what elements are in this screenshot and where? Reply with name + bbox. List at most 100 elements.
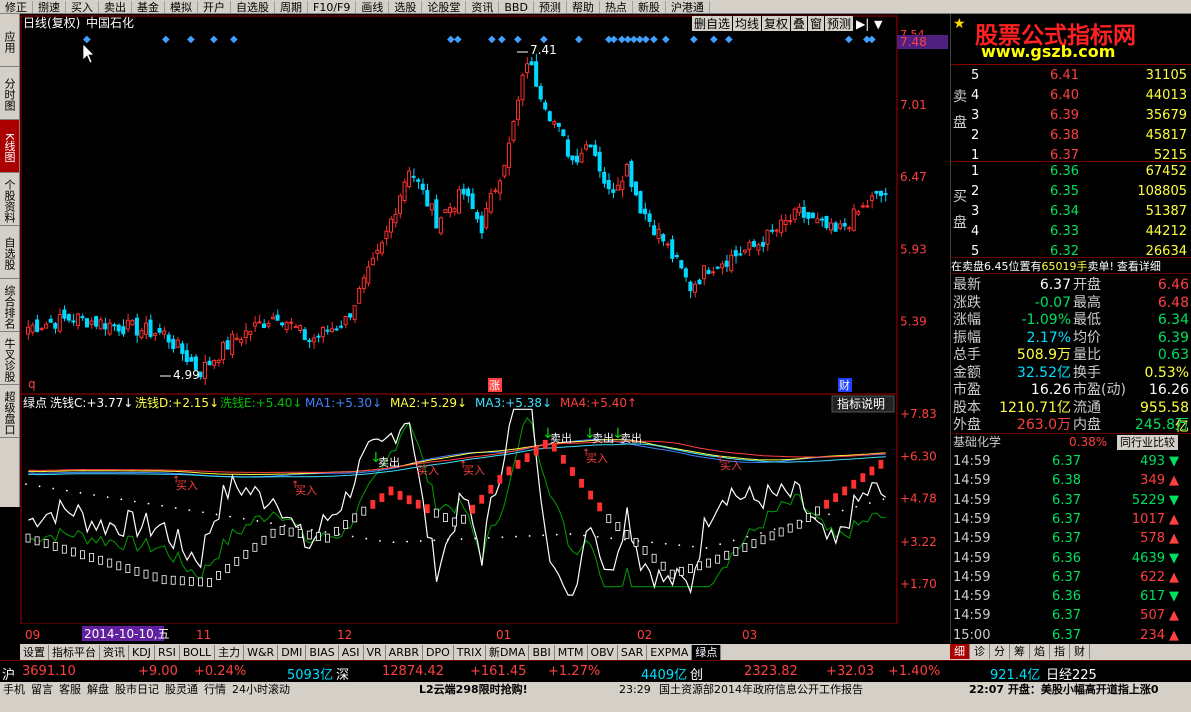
candle[interactable] — [656, 228, 661, 240]
candle[interactable] — [543, 102, 548, 110]
candle[interactable] — [597, 151, 602, 172]
candle[interactable] — [593, 144, 598, 156]
candle[interactable] — [602, 171, 607, 184]
menu-item[interactable]: 热点 — [600, 1, 633, 13]
candle[interactable] — [375, 249, 380, 254]
candle[interactable] — [139, 330, 144, 338]
toolbar-button[interactable]: 预测 — [827, 17, 851, 31]
candle[interactable] — [457, 189, 462, 214]
candle[interactable] — [157, 328, 162, 333]
candle[interactable] — [633, 181, 638, 196]
candle[interactable] — [584, 144, 589, 150]
candle[interactable] — [248, 330, 253, 335]
candle[interactable] — [574, 155, 579, 163]
bid-row[interactable]: 1 6.36 67452 — [951, 162, 1191, 181]
right-tab[interactable]: 财 — [1070, 644, 1090, 659]
candle[interactable] — [683, 268, 688, 278]
indicator-tab[interactable]: SAR — [618, 645, 648, 660]
candle[interactable] — [547, 111, 552, 122]
candle[interactable] — [629, 160, 634, 188]
candle[interactable] — [475, 212, 480, 220]
menu-item[interactable]: 资讯 — [466, 1, 500, 13]
candle[interactable] — [570, 155, 575, 161]
candle[interactable] — [103, 323, 108, 330]
right-tab[interactable]: 诊 — [970, 644, 990, 659]
leftnav-item[interactable]: 综合排名 — [0, 279, 19, 332]
indicator-tab[interactable]: ARBR — [386, 645, 424, 660]
right-tab[interactable]: 焰 — [1030, 644, 1050, 659]
candle[interactable] — [484, 208, 489, 229]
candle[interactable] — [212, 359, 217, 366]
candle[interactable] — [520, 74, 525, 101]
status-item[interactable]: 客服 — [56, 682, 84, 697]
candle[interactable] — [751, 241, 756, 247]
right-tab[interactable]: 指 — [1050, 644, 1070, 659]
indicator-tab[interactable]: MTM — [555, 645, 588, 660]
candle[interactable] — [452, 208, 457, 213]
candle[interactable] — [352, 305, 357, 320]
candle[interactable] — [860, 205, 865, 208]
candle[interactable] — [588, 144, 593, 148]
candle[interactable] — [443, 209, 448, 213]
candle[interactable] — [420, 183, 425, 190]
indicator-help-button[interactable]: 指标说明 — [837, 396, 885, 411]
candle[interactable] — [493, 189, 498, 192]
status-item[interactable]: 股市日记 — [112, 682, 162, 697]
candle[interactable] — [184, 350, 189, 362]
marker-cai[interactable]: 财 — [839, 378, 850, 392]
leftnav-item[interactable]: K线图 — [0, 120, 19, 173]
indicator-tab[interactable]: BBI — [529, 645, 555, 660]
candle[interactable] — [384, 230, 389, 239]
menu-item[interactable]: 开户 — [198, 1, 231, 13]
menu-item[interactable]: 周期 — [275, 1, 308, 13]
menu-item[interactable]: 选股 — [389, 1, 423, 13]
candle[interactable] — [770, 229, 775, 232]
candle[interactable] — [665, 243, 670, 246]
candle[interactable] — [624, 163, 629, 177]
candle[interactable] — [502, 164, 507, 177]
candle[interactable] — [674, 254, 679, 258]
candle[interactable] — [302, 329, 307, 340]
chart-period[interactable]: 日线(复权) — [23, 16, 80, 30]
toolbar-button[interactable]: 均线 — [735, 17, 759, 31]
candle[interactable] — [329, 328, 335, 333]
status-item[interactable]: 股灵通 — [162, 682, 201, 697]
indicator-tab[interactable]: BOLL — [180, 645, 216, 660]
menu-item[interactable]: 修正 — [0, 1, 33, 13]
candle[interactable] — [565, 139, 570, 157]
candle[interactable] — [742, 249, 747, 253]
notice-bar[interactable]: 在卖盘6.45位置有65019手卖单! 查看详细 — [951, 257, 1191, 274]
candle[interactable] — [670, 239, 675, 259]
candle[interactable] — [207, 360, 212, 366]
candle[interactable] — [311, 337, 316, 343]
indicator-tab[interactable]: KDJ — [129, 645, 155, 660]
indicator-tab[interactable]: VR — [364, 645, 386, 660]
news-headline-2[interactable]: 22:07 开盘：美股小幅高开道指上涨0 — [966, 682, 1162, 697]
sector-compare-button[interactable]: 同行业比较 — [1117, 435, 1178, 450]
candle[interactable] — [815, 218, 820, 224]
right-tab[interactable]: 细 — [950, 644, 970, 659]
candle[interactable] — [697, 279, 702, 285]
menu-item[interactable]: 帮助 — [567, 1, 600, 13]
candle[interactable] — [779, 219, 784, 233]
candle[interactable] — [747, 241, 752, 250]
candle[interactable] — [711, 271, 716, 274]
menu-item[interactable]: BBD — [499, 1, 534, 13]
candle[interactable] — [724, 260, 729, 267]
leftnav-item[interactable]: 分时图 — [0, 67, 19, 120]
candle[interactable] — [643, 208, 648, 215]
candle[interactable] — [647, 213, 652, 222]
lock-icon[interactable]: ▶| — [856, 17, 869, 31]
candle[interactable] — [280, 322, 285, 326]
candle[interactable] — [107, 322, 112, 335]
toolbar-button[interactable]: 复权 — [764, 17, 788, 31]
candle[interactable] — [461, 188, 466, 195]
candle[interactable] — [125, 319, 130, 330]
candle[interactable] — [615, 184, 620, 191]
candle[interactable] — [266, 322, 271, 327]
candle[interactable] — [148, 319, 153, 337]
indicator-tab[interactable]: BIAS — [306, 645, 339, 660]
candle[interactable] — [497, 180, 502, 194]
candle[interactable] — [75, 313, 80, 327]
candle[interactable] — [488, 193, 493, 213]
